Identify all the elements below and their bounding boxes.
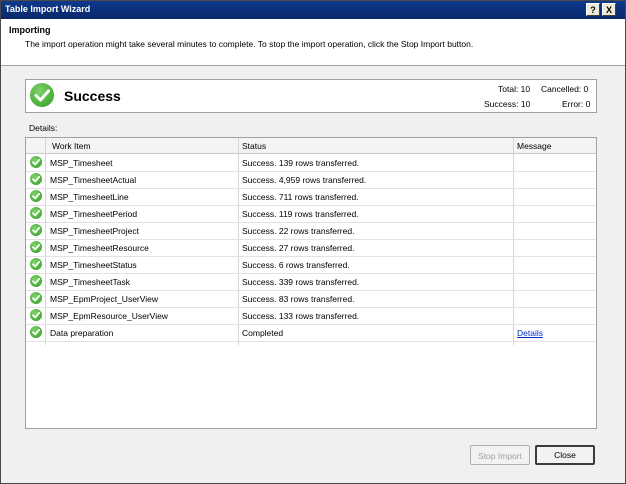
table-row[interactable]: MSP_Timesheet Success. 139 rows transfer… bbox=[26, 154, 596, 172]
work-item-cell: MSP_TimesheetActual bbox=[50, 175, 137, 185]
success-check-icon bbox=[30, 156, 42, 168]
close-button[interactable]: Close bbox=[535, 445, 595, 465]
success-check-icon bbox=[30, 224, 42, 236]
title-bar[interactable]: Table Import Wizard ? X bbox=[1, 1, 625, 19]
status-cell: Success. 711 rows transferred. bbox=[242, 192, 359, 202]
cancelled-count: Cancelled: 0 bbox=[541, 84, 589, 94]
table-row[interactable]: MSP_TimesheetTask Success. 339 rows tran… bbox=[26, 273, 596, 291]
column-header-message[interactable]: Message bbox=[517, 141, 552, 151]
page-title: Importing bbox=[9, 25, 51, 35]
help-button[interactable]: ? bbox=[586, 3, 600, 16]
status-cell: Completed bbox=[242, 328, 284, 338]
status-cell: Success. 133 rows transferred. bbox=[242, 311, 360, 321]
success-check-icon bbox=[30, 326, 42, 338]
details-label: Details: bbox=[29, 123, 58, 133]
grid-header: Work Item Status Message bbox=[26, 138, 596, 154]
table-row[interactable]: MSP_EpmProject_UserView Success. 83 rows… bbox=[26, 290, 596, 308]
error-count: Error: 0 bbox=[562, 99, 591, 109]
import-wizard-window: Table Import Wizard ? X Importing The im… bbox=[0, 0, 626, 484]
stop-import-button[interactable]: Stop Import bbox=[470, 445, 530, 465]
column-header-status[interactable]: Status bbox=[242, 141, 266, 151]
window-title: Table Import Wizard bbox=[5, 4, 91, 14]
work-item-cell: MSP_TimesheetLine bbox=[50, 192, 129, 202]
total-count: Total: 10 bbox=[498, 84, 531, 94]
work-item-cell: MSP_TimesheetResource bbox=[50, 243, 149, 253]
wizard-header: Importing The import operation might tak… bbox=[1, 19, 625, 66]
table-row[interactable]: MSP_TimesheetPeriod Success. 119 rows tr… bbox=[26, 205, 596, 223]
success-check-icon bbox=[30, 241, 42, 253]
status-cell: Success. 27 rows transferred. bbox=[242, 243, 355, 253]
success-count: Success: 10 bbox=[484, 99, 531, 109]
success-check-icon bbox=[30, 83, 54, 107]
success-check-icon bbox=[30, 173, 42, 185]
work-item-cell: MSP_TimesheetPeriod bbox=[50, 209, 138, 219]
success-check-icon bbox=[30, 258, 42, 270]
work-item-cell: MSP_TimesheetProject bbox=[50, 226, 139, 236]
table-row[interactable]: MSP_TimesheetResource Success. 27 rows t… bbox=[26, 239, 596, 257]
table-row[interactable]: MSP_EpmResource_UserView Success. 133 ro… bbox=[26, 307, 596, 325]
table-row[interactable]: MSP_TimesheetStatus Success. 6 rows tran… bbox=[26, 256, 596, 274]
status-cell: Success. 139 rows transferred. bbox=[242, 158, 360, 168]
column-header-work-item[interactable]: Work Item bbox=[52, 141, 91, 151]
work-item-cell: MSP_TimesheetStatus bbox=[50, 260, 137, 270]
status-cell: Success. 6 rows transferred. bbox=[242, 260, 350, 270]
details-link[interactable]: Details bbox=[517, 328, 543, 338]
table-row[interactable]: MSP_TimesheetProject Success. 22 rows tr… bbox=[26, 222, 596, 240]
close-window-button[interactable]: X bbox=[602, 3, 616, 16]
status-cell: Success. 4,959 rows transferred. bbox=[242, 175, 367, 185]
status-cell: Success. 119 rows transferred. bbox=[242, 209, 359, 219]
status-cell: Success. 83 rows transferred. bbox=[242, 294, 355, 304]
details-grid[interactable]: Work Item Status Message MSP_Timesheet S… bbox=[25, 137, 597, 429]
success-check-icon bbox=[30, 207, 42, 219]
success-check-icon bbox=[30, 275, 42, 287]
page-description: The import operation might take several … bbox=[25, 39, 474, 49]
summary-panel: Success Total: 10 Cancelled: 0 Success: … bbox=[25, 79, 597, 113]
success-check-icon bbox=[30, 292, 42, 304]
table-row[interactable]: MSP_TimesheetLine Success. 711 rows tran… bbox=[26, 188, 596, 206]
work-item-cell: MSP_Timesheet bbox=[50, 158, 113, 168]
status-cell: Success. 339 rows transferred. bbox=[242, 277, 360, 287]
table-row[interactable]: Data preparation Completed Details bbox=[26, 324, 596, 342]
success-check-icon bbox=[30, 309, 42, 321]
work-item-cell: MSP_EpmResource_UserView bbox=[50, 311, 168, 321]
summary-status-label: Success bbox=[64, 88, 121, 104]
success-check-icon bbox=[30, 190, 42, 202]
work-item-cell: MSP_TimesheetTask bbox=[50, 277, 130, 287]
work-item-cell: Data preparation bbox=[50, 328, 114, 338]
status-cell: Success. 22 rows transferred. bbox=[242, 226, 355, 236]
work-item-cell: MSP_EpmProject_UserView bbox=[50, 294, 159, 304]
table-row[interactable]: MSP_TimesheetActual Success. 4,959 rows … bbox=[26, 171, 596, 189]
